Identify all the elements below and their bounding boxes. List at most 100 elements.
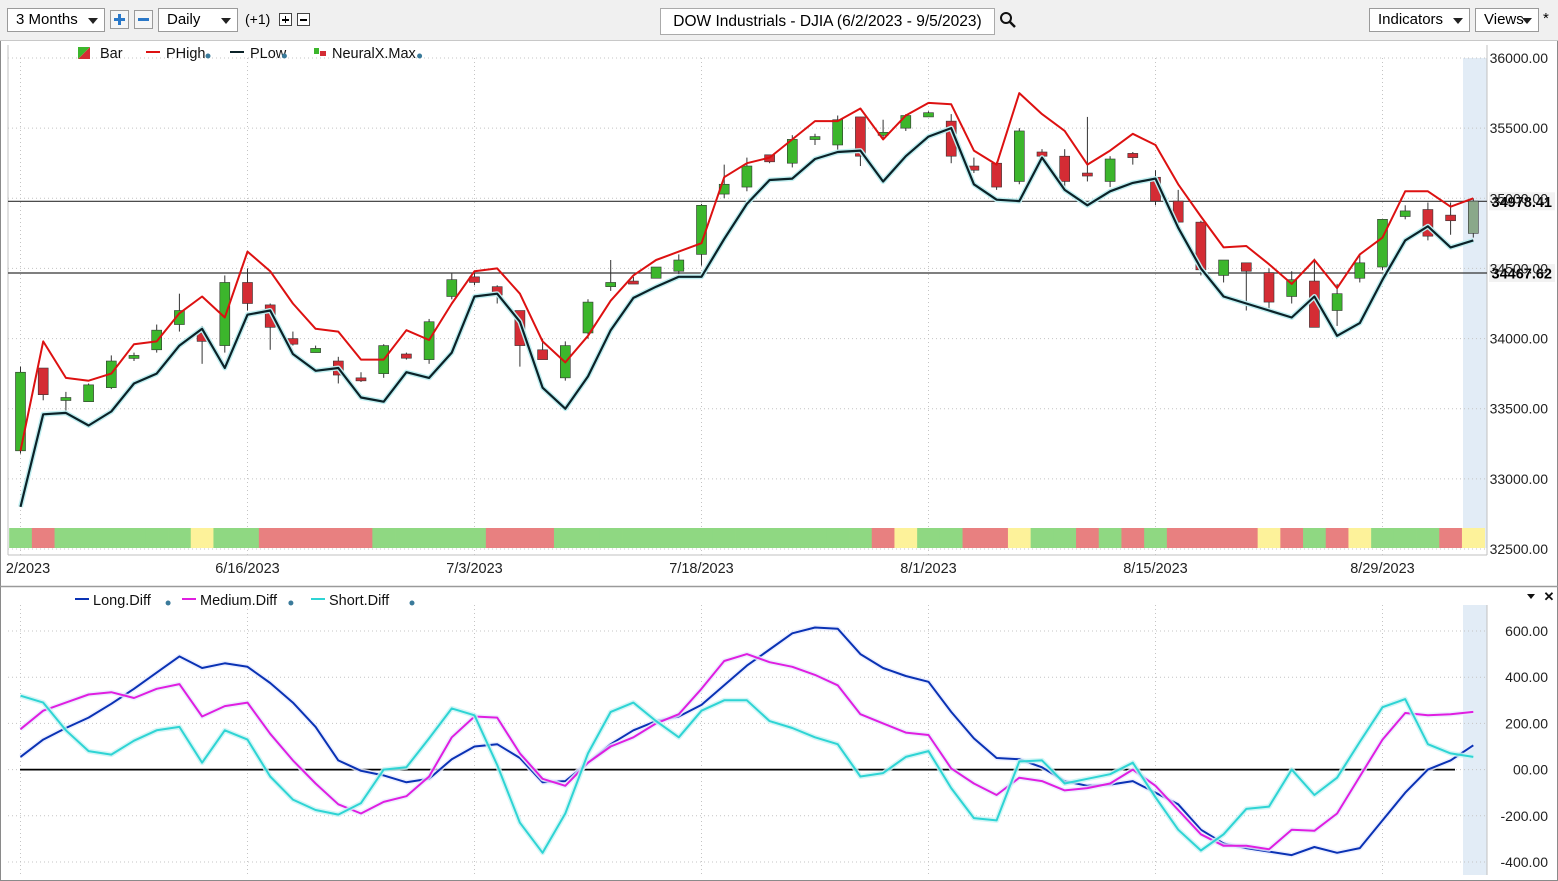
signal-cell <box>1371 528 1395 548</box>
signal-cell <box>622 528 646 548</box>
offset-increase-button[interactable] <box>279 13 292 26</box>
medium-diff-line <box>19 653 1474 851</box>
signal-cell <box>31 528 55 548</box>
signal-cell <box>326 528 351 548</box>
period-value: 3 Months <box>16 11 78 28</box>
candle-body <box>15 371 26 452</box>
chevron-down-icon <box>1522 18 1532 24</box>
signal-cell <box>599 528 623 548</box>
y-tick-label: 33500.00 <box>1490 401 1549 417</box>
signal-cell <box>1007 528 1032 548</box>
candle-body <box>923 112 934 118</box>
signal-cell <box>758 528 782 548</box>
views-star: * <box>1543 10 1549 27</box>
y-tick-label: 33000.00 <box>1490 471 1549 487</box>
candle-body <box>1263 272 1275 303</box>
legend-label: Short.Diff <box>329 593 390 609</box>
signal-cell <box>1348 528 1372 548</box>
candle-body <box>809 136 821 140</box>
future-zone <box>1463 605 1487 875</box>
indicators-label: Indicators <box>1378 11 1444 28</box>
signal-cell <box>281 528 305 548</box>
interval-value: Daily <box>167 11 201 28</box>
neural-legend-icon <box>320 51 326 56</box>
candle-body <box>401 353 412 359</box>
signal-cell <box>304 528 328 548</box>
signal-cell <box>508 528 532 548</box>
chart-title[interactable]: DOW Industrials - DJIA (6/2/2023 - 9/5/2… <box>660 8 995 35</box>
signal-cell <box>667 528 691 548</box>
signal-cell <box>1280 528 1304 548</box>
x-tick-label: 8/1/2023 <box>900 561 956 577</box>
candle-body <box>1104 158 1116 182</box>
x-tick-label: 2/2023 <box>6 561 50 577</box>
price-channel-lines <box>18 92 1475 508</box>
legend-label: Bar <box>100 46 123 62</box>
signal-cell <box>417 528 441 548</box>
signal-cell <box>1257 528 1281 548</box>
candle-body <box>1127 153 1139 158</box>
candle-body <box>128 355 140 359</box>
signal-cell <box>531 528 555 548</box>
indicators-dropdown[interactable]: Indicators <box>1369 8 1470 32</box>
signal-cell <box>553 528 578 548</box>
legend-dot <box>288 600 294 606</box>
y-tick-label: 600.00 <box>1505 623 1548 639</box>
zoom-in-button[interactable] <box>110 10 129 29</box>
signal-cell <box>780 528 805 548</box>
signal-cell <box>939 528 963 548</box>
signal-cell <box>54 528 78 548</box>
y-tick-label: 34000.00 <box>1490 331 1549 347</box>
signal-cell <box>1098 528 1122 548</box>
signal-cell <box>985 528 1009 548</box>
diff-panel <box>18 625 1475 858</box>
period-dropdown[interactable]: 3 Months <box>7 8 105 32</box>
x-tick-label: 8/15/2023 <box>1123 561 1188 577</box>
views-dropdown[interactable]: Views <box>1475 8 1539 32</box>
candle-body <box>582 301 594 334</box>
candle-body <box>1399 210 1411 217</box>
signal-cell <box>372 528 396 548</box>
signal-cell <box>1121 528 1145 548</box>
signal-cell <box>849 528 873 548</box>
legend-label: PLow <box>250 46 287 62</box>
y-tick-label: 32500.00 <box>1490 541 1549 557</box>
candle-body <box>696 205 707 255</box>
signal-cell <box>871 528 895 548</box>
signal-cell <box>395 528 419 548</box>
signal-cell <box>1325 528 1349 548</box>
offset-decrease-button[interactable] <box>297 13 310 26</box>
minus-icon <box>300 19 307 21</box>
plus-icon-vertical <box>118 14 121 25</box>
legend-dot <box>417 53 423 59</box>
signal-cell <box>1189 528 1213 548</box>
long-diff-line <box>19 626 1474 857</box>
signal-cell <box>122 528 146 548</box>
signal-cell <box>712 528 736 548</box>
signal-cell <box>1234 528 1259 548</box>
candle-body <box>605 282 617 287</box>
x-tick-label: 7/3/2023 <box>446 561 502 577</box>
candle-body <box>242 282 253 304</box>
zoom-out-button[interactable] <box>134 10 153 29</box>
signal-cell <box>1461 528 1486 548</box>
search-icon[interactable] <box>999 11 1017 29</box>
price-levels: 34978.4134467.62 <box>8 192 1555 282</box>
chevron-down-icon <box>221 18 231 24</box>
signal-cell <box>1439 528 1463 548</box>
signal-cell <box>99 528 124 548</box>
short-diff-line <box>20 694 1474 854</box>
interval-dropdown[interactable]: Daily <box>158 8 238 32</box>
chart-area[interactable]: 34978.4134467.62 36000.00 35500.00 35000.0… <box>0 40 1558 881</box>
signal-cell <box>349 528 373 548</box>
signal-cell <box>576 528 600 548</box>
candle-body <box>1468 200 1479 234</box>
chevron-down-icon <box>1453 18 1463 24</box>
y-tick-label: -400.00 <box>1501 854 1549 870</box>
legend-dot <box>409 600 415 606</box>
legend-dot <box>281 53 287 59</box>
legend-label: Long.Diff <box>93 593 152 609</box>
signal-cell <box>1416 528 1440 548</box>
future-zone <box>1463 58 1487 548</box>
signal-cell <box>1053 528 1077 548</box>
